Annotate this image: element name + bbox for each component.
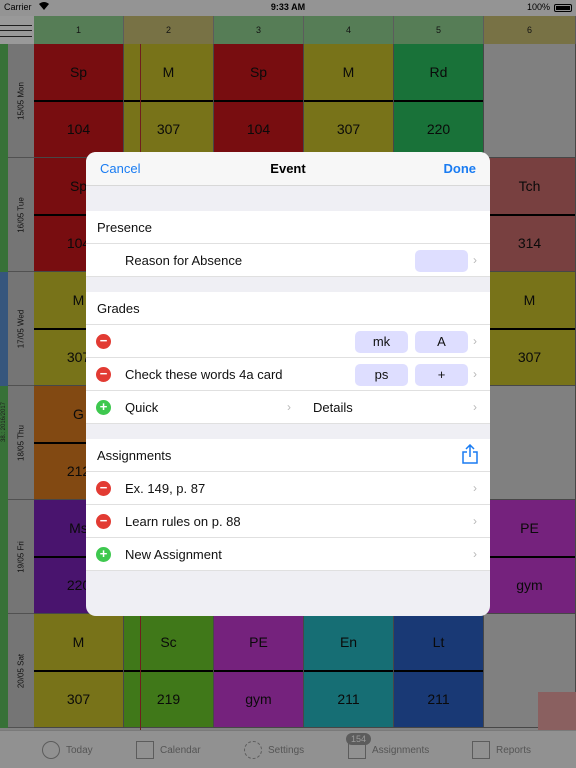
new-assignment-label: New Assignment (125, 547, 222, 562)
share-icon[interactable] (462, 443, 478, 464)
details-button[interactable]: Details (313, 400, 353, 415)
chevron-right-icon: › (473, 367, 477, 381)
reason-row[interactable]: Reason for Absence › (86, 244, 490, 277)
assignment-label: Learn rules on p. 88 (125, 514, 241, 529)
section-title: Grades (97, 301, 140, 316)
delete-icon[interactable]: − (96, 481, 111, 496)
reason-value-field[interactable] (415, 250, 468, 272)
chevron-right-icon: › (473, 253, 477, 267)
assignments-header: Assignments (86, 439, 490, 472)
delete-icon[interactable]: − (96, 334, 111, 349)
chevron-right-icon: › (473, 514, 477, 528)
new-assignment-row[interactable]: + New Assignment › (86, 538, 490, 571)
grade-row[interactable]: − mk A › (86, 325, 490, 358)
chevron-right-icon: › (473, 547, 477, 561)
grade-value-pill[interactable]: + (415, 364, 468, 386)
done-button[interactable]: Done (444, 161, 477, 176)
chevron-right-icon: › (473, 400, 477, 414)
assignment-label: Ex. 149, p. 87 (125, 481, 206, 496)
grade-row[interactable]: − Check these words 4a card ps + › (86, 358, 490, 391)
grade-value-pill[interactable]: A (415, 331, 468, 353)
assignment-row[interactable]: − Ex. 149, p. 87 › (86, 472, 490, 505)
chevron-right-icon: › (473, 481, 477, 495)
modal-title: Event (270, 161, 306, 176)
grade-label: Check these words 4a card (125, 367, 283, 382)
chevron-right-icon: › (473, 334, 477, 348)
grade-type-pill[interactable]: ps (355, 364, 408, 386)
modal-navbar: Cancel Event Done (86, 152, 490, 186)
quick-grade-row[interactable]: + Quick › Details › (86, 391, 490, 424)
event-modal: Cancel Event Done Presence Reason for Ab… (86, 152, 490, 616)
reason-label: Reason for Absence (125, 253, 243, 268)
add-icon[interactable]: + (96, 547, 111, 562)
add-icon[interactable]: + (96, 400, 111, 415)
presence-header: Presence (86, 211, 490, 244)
assignment-row[interactable]: − Learn rules on p. 88 › (86, 505, 490, 538)
section-title: Presence (97, 220, 152, 235)
delete-icon[interactable]: − (96, 514, 111, 529)
grades-header: Grades (86, 292, 490, 325)
section-title: Assignments (97, 448, 172, 463)
chevron-right-icon: › (287, 400, 291, 414)
quick-button[interactable]: Quick (125, 400, 158, 415)
grade-type-pill[interactable]: mk (355, 331, 408, 353)
delete-icon[interactable]: − (96, 367, 111, 382)
